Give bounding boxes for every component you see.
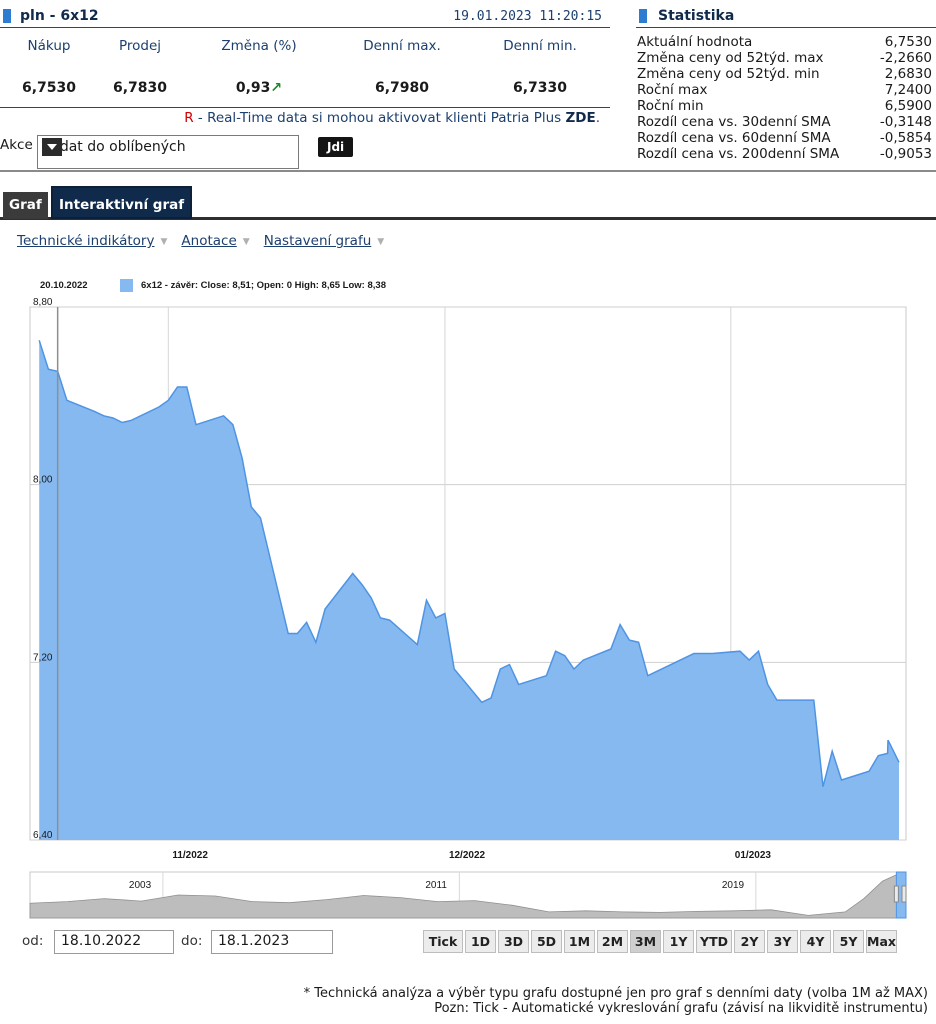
range-button-ytd[interactable]: YTD [696, 930, 732, 953]
navigator: 2003 2011 2019 [29, 871, 907, 919]
series-area [39, 340, 899, 840]
range-button-5d[interactable]: 5D [531, 930, 562, 953]
footnote-1: * Technická analýza a výběr typu grafu d… [303, 986, 928, 1001]
to-date-input[interactable]: 18.1.2023 [211, 930, 333, 954]
y-tick-label: 8,00 [33, 475, 53, 486]
y-tick-label: 7,20 [33, 652, 53, 663]
navigator-handle-left [893, 885, 899, 903]
from-label: od: [22, 933, 44, 949]
range-button-3y[interactable]: 3Y [767, 930, 798, 953]
range-button-max[interactable]: Max [866, 930, 897, 953]
range-button-3m[interactable]: 3M [630, 930, 661, 953]
range-button-3d[interactable]: 3D [498, 930, 529, 953]
range-button-1m[interactable]: 1M [564, 930, 595, 953]
range-button-tick[interactable]: Tick [423, 930, 463, 953]
from-date-input[interactable]: 18.10.2022 [54, 930, 174, 954]
x-tick-label: 12/2022 [449, 850, 486, 861]
range-button-1y[interactable]: 1Y [663, 930, 694, 953]
range-button-2m[interactable]: 2M [597, 930, 628, 953]
to-label: do: [181, 933, 203, 949]
navigator-year-label: 2003 [129, 880, 152, 891]
navigator-year-label: 2011 [425, 880, 447, 891]
price-chart[interactable]: 8,808,007,206,4010/202211/202212/202201/… [0, 0, 936, 925]
range-button-5y[interactable]: 5Y [833, 930, 864, 953]
range-button-4y[interactable]: 4Y [800, 930, 831, 953]
x-tick-label: 11/2022 [172, 850, 208, 861]
x-tick-label: 01/2023 [735, 850, 772, 861]
navigator-handle-right [901, 885, 907, 903]
y-tick-label: 6,40 [33, 830, 53, 841]
range-button-2y[interactable]: 2Y [734, 930, 765, 953]
footnote-2: Pozn: Tick - Automatické vykreslování gr… [434, 1001, 928, 1016]
range-controls: od: 18.10.2022 do: 18.1.2023 Tick 1D 3D 5D 1… [0, 928, 936, 956]
navigator-year-label: 2019 [722, 880, 745, 891]
y-tick-label: 8,80 [33, 297, 53, 308]
footnotes: * Technická analýza a výběr typu grafu d… [304, 986, 928, 1016]
range-button-1d[interactable]: 1D [465, 930, 496, 953]
